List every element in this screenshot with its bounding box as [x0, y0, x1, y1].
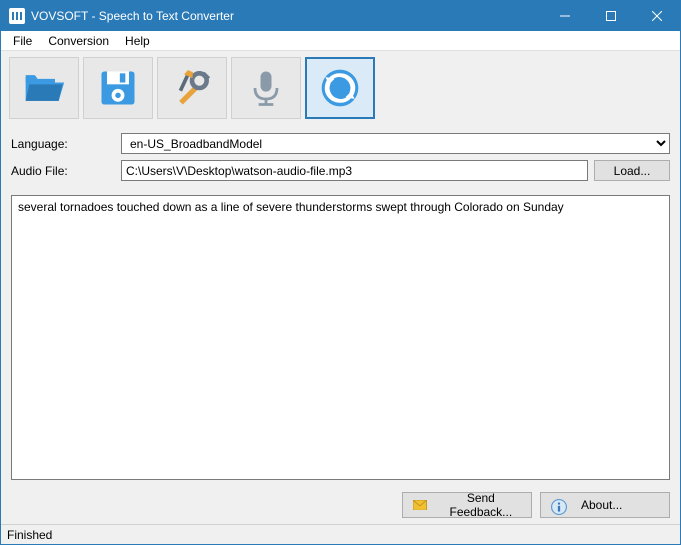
refresh-icon: [318, 66, 362, 110]
app-icon: [9, 8, 25, 24]
language-label: Language:: [11, 137, 121, 151]
send-feedback-button[interactable]: Send Feedback...: [402, 492, 532, 518]
bottom-bar: Send Feedback... About...: [1, 486, 680, 524]
record-button[interactable]: [231, 57, 301, 119]
toolbar: [1, 51, 680, 125]
info-icon: [551, 499, 567, 511]
save-icon: [96, 66, 140, 110]
audiofile-input[interactable]: [121, 160, 588, 181]
about-button[interactable]: About...: [540, 492, 670, 518]
language-select[interactable]: en-US_BroadbandModel: [121, 133, 670, 154]
send-feedback-label: Send Feedback...: [441, 491, 521, 519]
convert-button[interactable]: [305, 57, 375, 119]
about-label: About...: [581, 498, 622, 512]
titlebar: VOVSOFT - Speech to Text Converter: [1, 1, 680, 31]
close-button[interactable]: [634, 1, 680, 31]
form-area: Language: en-US_BroadbandModel Audio Fil…: [1, 125, 680, 195]
audiofile-row: Audio File: Load...: [11, 160, 670, 181]
audiofile-label: Audio File:: [11, 164, 121, 178]
load-button[interactable]: Load...: [594, 160, 670, 181]
menu-conversion[interactable]: Conversion: [40, 32, 117, 50]
envelope-icon: [413, 499, 427, 511]
output-textarea[interactable]: several tornadoes touched down as a line…: [11, 195, 670, 480]
menu-file[interactable]: File: [5, 32, 40, 50]
settings-button[interactable]: [157, 57, 227, 119]
statusbar: Finished: [1, 524, 680, 544]
folder-open-icon: [22, 66, 66, 110]
output-container: several tornadoes touched down as a line…: [1, 195, 680, 486]
window-title: VOVSOFT - Speech to Text Converter: [31, 9, 542, 23]
status-text: Finished: [7, 528, 52, 542]
minimize-button[interactable]: [542, 1, 588, 31]
menu-help[interactable]: Help: [117, 32, 158, 50]
language-row: Language: en-US_BroadbandModel: [11, 133, 670, 154]
menubar: File Conversion Help: [1, 31, 680, 51]
open-button[interactable]: [9, 57, 79, 119]
tools-icon: [170, 66, 214, 110]
microphone-icon: [244, 66, 288, 110]
maximize-button[interactable]: [588, 1, 634, 31]
save-button[interactable]: [83, 57, 153, 119]
